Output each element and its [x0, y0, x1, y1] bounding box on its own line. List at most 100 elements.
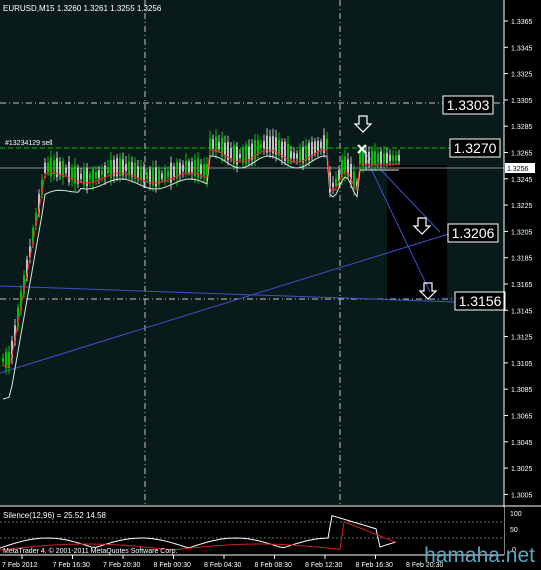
candle-body — [95, 171, 97, 179]
candle-body — [368, 151, 370, 165]
price-axis: 1.3365 1.3345 1.3325 1.3305 1.3285 1.3265 1.32… — [504, 19, 533, 499]
candle-body — [293, 152, 295, 159]
copyright: MetaTrader 4, © 2001-2011 MetaQuotes Sof… — [3, 547, 177, 555]
candle-body — [173, 166, 175, 177]
indicator-level-100: 100 — [510, 511, 522, 518]
price-tick-label: 1.3045 — [511, 440, 533, 447]
candle-body — [332, 182, 334, 188]
candle-body — [290, 151, 292, 159]
time-tick-label: 8 Feb 12:30 — [305, 562, 342, 569]
indicator-label: Silence(12,96) = 25.52 14.58 — [3, 511, 107, 520]
price-tick-label: 1.3205 — [511, 229, 533, 236]
price-tick-label: 1.3105 — [511, 361, 533, 368]
price-tick-label: 1.3285 — [511, 124, 533, 131]
chart-shade-right — [447, 0, 504, 505]
price-tick-label: 1.3365 — [511, 19, 533, 26]
candle-body — [146, 171, 148, 180]
candle-body — [314, 141, 316, 154]
candle-body — [380, 151, 382, 165]
candle-body — [65, 167, 67, 174]
candle-body — [128, 161, 130, 176]
candle-body — [320, 141, 322, 148]
svg-text:1.3256: 1.3256 — [507, 166, 529, 173]
price-tick-label: 1.3165 — [511, 282, 533, 289]
candle-body — [245, 145, 247, 165]
candle-body — [182, 164, 184, 172]
time-tick-label: 8 Feb 00:30 — [154, 562, 191, 569]
time-axis: 7 Feb 2012 7 Feb 16:30 7 Feb 20:30 8 Feb 00… — [2, 555, 443, 569]
time-tick-label: 7 Feb 16:30 — [53, 562, 90, 569]
watermark: hamaha.net — [424, 544, 535, 567]
svg-text:1.3270: 1.3270 — [454, 140, 497, 156]
candle-body — [2, 357, 4, 363]
candle-body — [104, 165, 106, 178]
candle-body — [203, 163, 205, 178]
candle-body — [80, 173, 82, 180]
candle-body — [44, 162, 46, 174]
candle-body — [140, 166, 142, 180]
candle-body — [98, 169, 100, 179]
price-tick-label: 1.3125 — [511, 335, 533, 342]
candle-body — [377, 153, 379, 163]
svg-text:1.3206: 1.3206 — [452, 225, 495, 241]
level-label-3[interactable]: 1.3206 — [447, 223, 499, 243]
price-tick-label: 1.3185 — [511, 256, 533, 263]
candle-body — [161, 173, 163, 179]
candle-body — [197, 158, 199, 178]
candle-body — [53, 160, 55, 175]
price-chart[interactable]: 1.3303 1.3270 1.3206 1.3156 EURUSD,M15 1… — [0, 0, 541, 570]
candle-body — [383, 153, 385, 163]
candle-body — [200, 164, 202, 175]
candle-body — [248, 146, 250, 161]
candle-body — [71, 167, 73, 179]
candle-body — [218, 142, 220, 150]
candle-body — [212, 139, 214, 149]
candle-body — [386, 152, 388, 164]
candle-body — [101, 170, 103, 176]
candle-body — [269, 136, 271, 152]
candle-body — [47, 162, 49, 172]
candle-body — [263, 140, 265, 149]
time-tick-label: 8 Feb 08:30 — [255, 562, 292, 569]
candle-body — [335, 178, 337, 187]
price-tick-label: 1.3085 — [511, 387, 533, 394]
level-label-1[interactable]: 1.3303 — [442, 95, 494, 115]
candle-body — [389, 154, 391, 162]
price-tick-label: 1.3245 — [511, 177, 533, 184]
price-tick-label: 1.3305 — [511, 98, 533, 105]
candle-body — [170, 162, 172, 183]
level-label-4[interactable]: 1.3156 — [454, 291, 506, 311]
time-tick-label: 7 Feb 2012 — [2, 562, 38, 569]
candle-body — [230, 147, 232, 159]
chart-shade — [0, 0, 387, 505]
candle-body — [392, 155, 394, 161]
candle-body — [167, 170, 169, 178]
candle-body — [191, 161, 193, 173]
candle-body — [215, 136, 217, 153]
candle-body — [125, 163, 127, 172]
price-tick-label: 1.3025 — [511, 466, 533, 473]
time-tick-label: 8 Feb 16:30 — [356, 562, 393, 569]
candle-body — [209, 138, 211, 150]
candle-body — [398, 155, 400, 161]
order-label: #13234129 sell — [5, 140, 53, 147]
price-tick-label: 1.3225 — [511, 203, 533, 210]
candle-body — [185, 160, 187, 174]
candle-body — [317, 140, 319, 151]
current-price-tag: 1.3256 — [505, 163, 535, 173]
candle-body — [359, 151, 361, 165]
price-tick-label: 1.3325 — [511, 72, 533, 79]
candle-body — [5, 352, 7, 368]
candle-body — [299, 149, 301, 162]
candle-body — [260, 143, 262, 149]
candle-body — [107, 167, 109, 174]
candle-body — [179, 162, 181, 176]
level-label-2[interactable]: 1.3270 — [449, 138, 501, 158]
indicator-level-50: 50 — [510, 527, 518, 534]
candle-body — [137, 166, 139, 178]
candle-body — [89, 173, 91, 180]
svg-text:1.3303: 1.3303 — [447, 97, 490, 113]
candle-body — [224, 142, 226, 156]
svg-text:1.3156: 1.3156 — [459, 293, 502, 309]
candle-body — [149, 169, 151, 184]
